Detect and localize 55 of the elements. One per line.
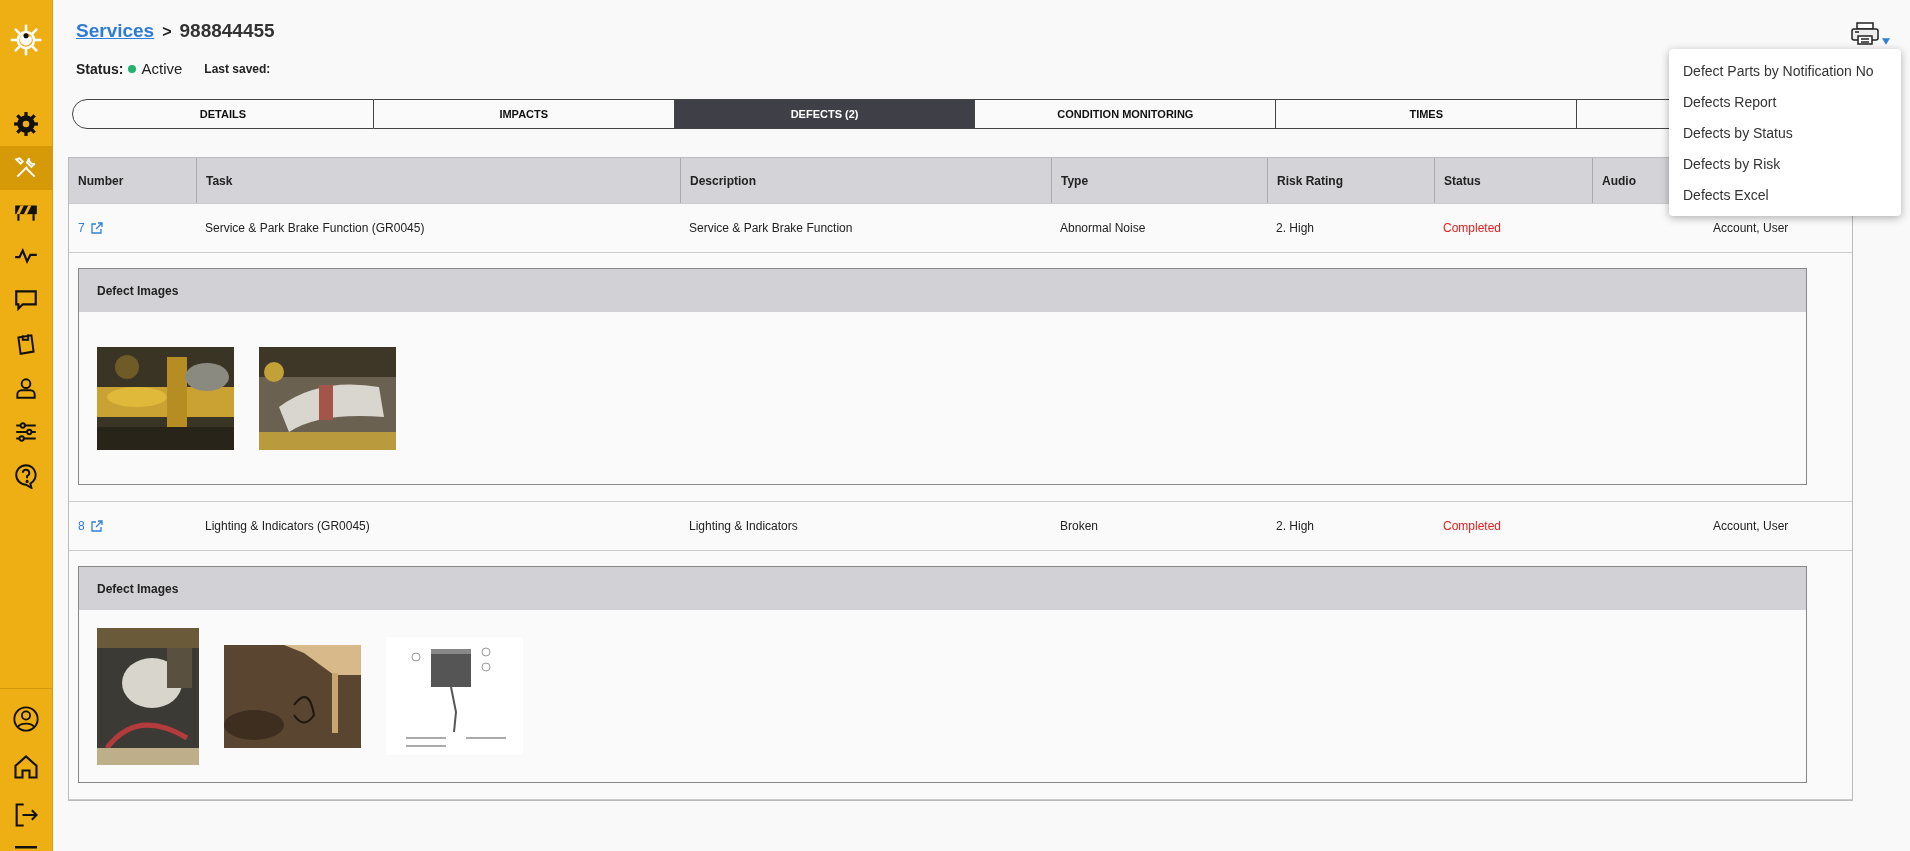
defect-number-link[interactable]: 8 — [78, 519, 85, 533]
home-icon[interactable] — [14, 755, 38, 779]
status-label: Status: — [76, 60, 124, 77]
table-cell-text: Lighting & Indicators (GR0045) — [204, 518, 371, 535]
status-dot — [128, 64, 137, 73]
chat-icon — [15, 290, 37, 312]
logo-icon — [10, 24, 42, 56]
account-icon[interactable] — [13, 706, 39, 732]
pulse-icon — [15, 247, 37, 265]
column-header: Description — [680, 158, 1051, 203]
tab[interactable]: DEFECTS (2) — [674, 99, 976, 129]
person-icon — [16, 378, 36, 399]
sliders-icon — [15, 422, 37, 442]
table-cell-text: Service & Park Brake Function — [688, 220, 854, 237]
page-title: 988844455 — [179, 20, 275, 42]
tools-icon — [15, 157, 36, 178]
tab[interactable]: TIMES — [1276, 99, 1578, 129]
printer-icon[interactable] — [1851, 22, 1879, 45]
table-cell-text: Lighting & Indicators — [688, 518, 799, 535]
table-cell-text: Service & Park Brake Function (GR0045) — [204, 220, 426, 237]
menu-item[interactable]: Defects Report — [1669, 87, 1901, 118]
table-cell-text: Broken — [1059, 518, 1100, 535]
defect-number-link[interactable]: 7 — [78, 221, 85, 235]
table-cell-text: Abnormal Noise — [1059, 220, 1147, 237]
menu-item[interactable]: Defects by Status — [1669, 118, 1901, 149]
caret-icon[interactable] — [1882, 38, 1890, 45]
column-header: Task — [196, 158, 680, 203]
help-icon — [15, 464, 37, 489]
menu-icon[interactable] — [15, 846, 37, 849]
tab[interactable]: DETAILS — [72, 99, 374, 129]
table-cell-text: 2. High — [1275, 220, 1316, 237]
status-value: Active — [141, 60, 183, 77]
column-header: Status — [1434, 158, 1592, 203]
table-cell-text: Account, User — [1712, 518, 1790, 535]
gear-icon — [14, 112, 38, 136]
column-header: Risk Rating — [1267, 158, 1434, 203]
table-cell-text: Account, User — [1712, 220, 1790, 237]
tab[interactable]: IMPACTS — [373, 99, 675, 129]
barrier-icon — [15, 205, 37, 221]
last-saved-label: Last saved: — [204, 61, 271, 76]
column-header: Type — [1051, 158, 1267, 203]
column-header: Number — [77, 172, 125, 190]
table-cell-text: 2. High — [1275, 518, 1316, 535]
external-link-icon[interactable] — [91, 222, 103, 234]
external-link-icon[interactable] — [91, 520, 103, 532]
breadcrumb-separator: > — [162, 23, 172, 41]
panel-title: Defect Images — [79, 567, 1806, 610]
clipboard-icon — [17, 333, 35, 355]
status-cell-text: Completed — [1442, 220, 1503, 237]
tab[interactable]: CONDITION MONITORING — [975, 99, 1277, 129]
breadcrumb-link[interactable]: Services — [76, 20, 155, 42]
panel-title: Defect Images — [79, 269, 1806, 312]
status-cell-text: Completed — [1442, 518, 1503, 535]
logout-icon[interactable] — [15, 803, 38, 827]
menu-item[interactable]: Defect Parts by Notification No — [1669, 56, 1901, 87]
